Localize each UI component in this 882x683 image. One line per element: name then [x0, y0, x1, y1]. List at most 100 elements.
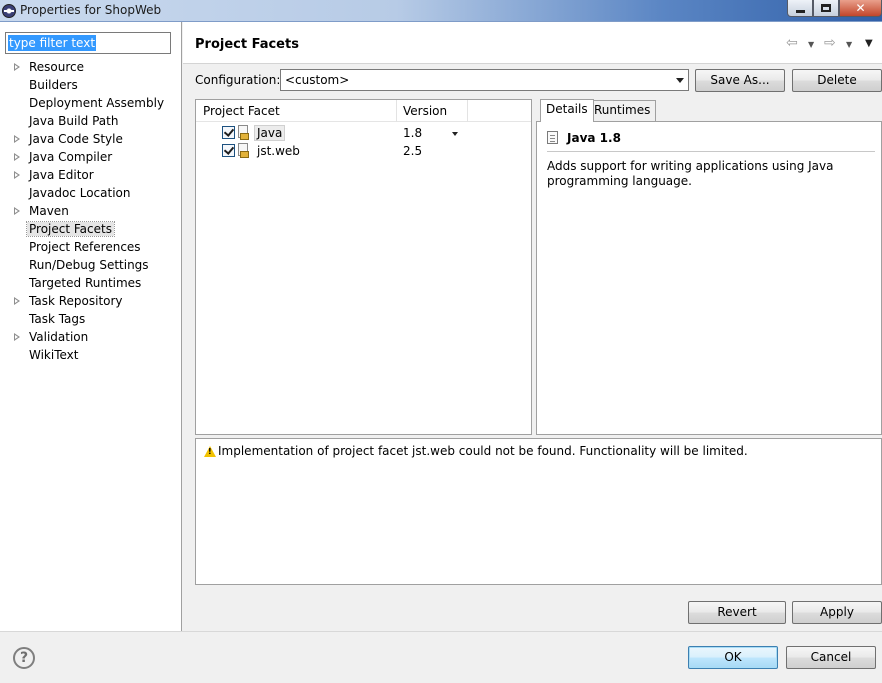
tree-item[interactable]: Javadoc Location: [0, 184, 181, 202]
close-button[interactable]: ✕: [839, 0, 882, 17]
property-pages-tree: Resource Builders Deployment Assembly Java …: [0, 58, 181, 364]
tab-details[interactable]: Details: [540, 99, 594, 122]
forward-arrow-icon[interactable]: ⇨: [824, 35, 836, 51]
facet-details-panel: Details Runtimes Java 1.8 Adds support f…: [536, 99, 882, 435]
details-body: Java 1.8 Adds support for writing applic…: [536, 121, 882, 435]
window-titlebar[interactable]: Properties for ShopWeb ✕: [0, 0, 882, 22]
tree-item-label: Project References: [29, 240, 141, 254]
dialog-button-bar: ? OK Cancel: [0, 631, 882, 683]
cancel-button[interactable]: Cancel: [786, 646, 876, 669]
facet-detail-title: Java 1.8: [567, 131, 621, 145]
tree-item[interactable]: Deployment Assembly: [0, 94, 181, 112]
expand-arrow-icon[interactable]: [14, 333, 20, 341]
column-header-version[interactable]: Version: [403, 104, 447, 118]
tree-item[interactable]: Task Repository: [0, 292, 181, 310]
tree-item[interactable]: Task Tags: [0, 310, 181, 328]
eclipse-app-icon: [2, 4, 16, 18]
chevron-down-icon: [676, 78, 684, 83]
expand-arrow-icon[interactable]: [14, 297, 20, 305]
view-menu-icon[interactable]: ▼: [865, 36, 873, 52]
expand-arrow-icon[interactable]: [14, 207, 20, 215]
property-page-content: Project Facets ⇦ ▼ ⇨ ▼ ▼ Configuration: …: [183, 22, 882, 631]
tree-item[interactable]: Targeted Runtimes: [0, 274, 181, 292]
tree-item-label: Builders: [29, 78, 78, 92]
tree-item[interactable]: Java Compiler: [0, 148, 181, 166]
revert-button[interactable]: Revert: [688, 601, 786, 624]
expand-arrow-icon[interactable]: [14, 135, 20, 143]
facet-name: jst.web: [257, 144, 300, 158]
tree-item-label: Targeted Runtimes: [29, 276, 142, 290]
tree-item[interactable]: Java Code Style: [0, 130, 181, 148]
maximize-icon: [821, 4, 831, 12]
facet-version[interactable]: 2.5: [403, 144, 422, 158]
tree-item[interactable]: Validation: [0, 328, 181, 346]
facet-checkbox-java[interactable]: [222, 126, 235, 139]
facet-row-java[interactable]: Java 1.8: [196, 124, 531, 142]
tree-item-label: Task Repository: [29, 294, 123, 308]
page-title: Project Facets: [195, 37, 299, 52]
close-icon: ✕: [855, 1, 866, 15]
facet-locked-icon: [237, 143, 251, 159]
tree-item[interactable]: Run/Debug Settings: [0, 256, 181, 274]
document-icon: [547, 131, 558, 144]
tree-item[interactable]: Maven: [0, 202, 181, 220]
expand-arrow-icon[interactable]: [14, 171, 20, 179]
minimize-icon: [795, 9, 805, 13]
forward-dropdown-icon[interactable]: ▼: [846, 37, 852, 53]
save-as-button[interactable]: Save As...: [695, 69, 785, 92]
tree-item-label: Java Editor: [29, 168, 94, 182]
window-title: Properties for ShopWeb: [20, 3, 162, 17]
back-arrow-icon[interactable]: ⇦: [786, 35, 798, 51]
facet-row-jst-web[interactable]: jst.web 2.5: [196, 142, 531, 160]
tree-item-label: Java Compiler: [29, 150, 113, 164]
version-dropdown-icon[interactable]: [452, 132, 458, 136]
tree-item[interactable]: Project References: [0, 238, 181, 256]
ok-button[interactable]: OK: [688, 646, 778, 669]
facet-locked-icon: [237, 125, 251, 141]
tree-item-label: Run/Debug Settings: [29, 258, 149, 272]
facet-name: Java: [253, 125, 286, 141]
tree-item-label: Java Build Path: [29, 114, 119, 128]
tree-item-label: Java Code Style: [29, 132, 123, 146]
configuration-select[interactable]: <custom>: [280, 69, 689, 91]
facet-description: Adds support for writing applications us…: [547, 159, 834, 188]
facet-checkbox-jst-web[interactable]: [222, 144, 235, 157]
page-navigation: ⇦ ▼ ⇨ ▼ ▼: [782, 35, 882, 51]
tree-item-label: Project Facets: [26, 221, 115, 237]
tree-item[interactable]: Resource: [0, 58, 181, 76]
tree-item-label: Validation: [29, 330, 89, 344]
tree-item-label: WikiText: [29, 348, 79, 362]
tree-item-label: Maven: [29, 204, 69, 218]
warning-message: Implementation of project facet jst.web …: [218, 444, 748, 458]
facets-table: Project Facet Version Java 1.8 jst.web 2…: [195, 99, 532, 435]
tree-item-label: Resource: [29, 60, 85, 74]
column-divider: [396, 100, 397, 122]
back-dropdown-icon[interactable]: ▼: [808, 37, 814, 53]
tree-item[interactable]: Project Facets: [0, 220, 181, 238]
tree-item[interactable]: Java Build Path: [0, 112, 181, 130]
page-header: Project Facets ⇦ ▼ ⇨ ▼ ▼: [183, 22, 882, 64]
problems-area: Implementation of project facet jst.web …: [195, 438, 882, 585]
expand-arrow-icon[interactable]: [14, 153, 20, 161]
tree-item-label: Deployment Assembly: [29, 96, 165, 110]
filter-field[interactable]: type filter text: [5, 32, 171, 54]
divider: [547, 151, 875, 152]
tree-item[interactable]: WikiText: [0, 346, 181, 364]
tree-item-label: Javadoc Location: [29, 186, 131, 200]
tree-item[interactable]: Java Editor: [0, 166, 181, 184]
filter-input[interactable]: type filter text: [8, 35, 97, 51]
minimize-button[interactable]: [787, 0, 813, 17]
delete-button[interactable]: Delete: [792, 69, 882, 92]
configuration-label: Configuration:: [195, 73, 281, 87]
facet-version[interactable]: 1.8: [403, 126, 422, 140]
tree-item-label: Task Tags: [29, 312, 86, 326]
facets-table-header: Project Facet Version: [196, 100, 531, 122]
maximize-button[interactable]: [813, 0, 839, 17]
warning-icon: [204, 446, 216, 457]
help-icon[interactable]: ?: [13, 647, 35, 669]
column-header-facet[interactable]: Project Facet: [203, 104, 280, 118]
expand-arrow-icon[interactable]: [14, 63, 20, 71]
apply-button[interactable]: Apply: [792, 601, 882, 624]
tab-runtimes[interactable]: Runtimes: [588, 100, 657, 121]
tree-item[interactable]: Builders: [0, 76, 181, 94]
